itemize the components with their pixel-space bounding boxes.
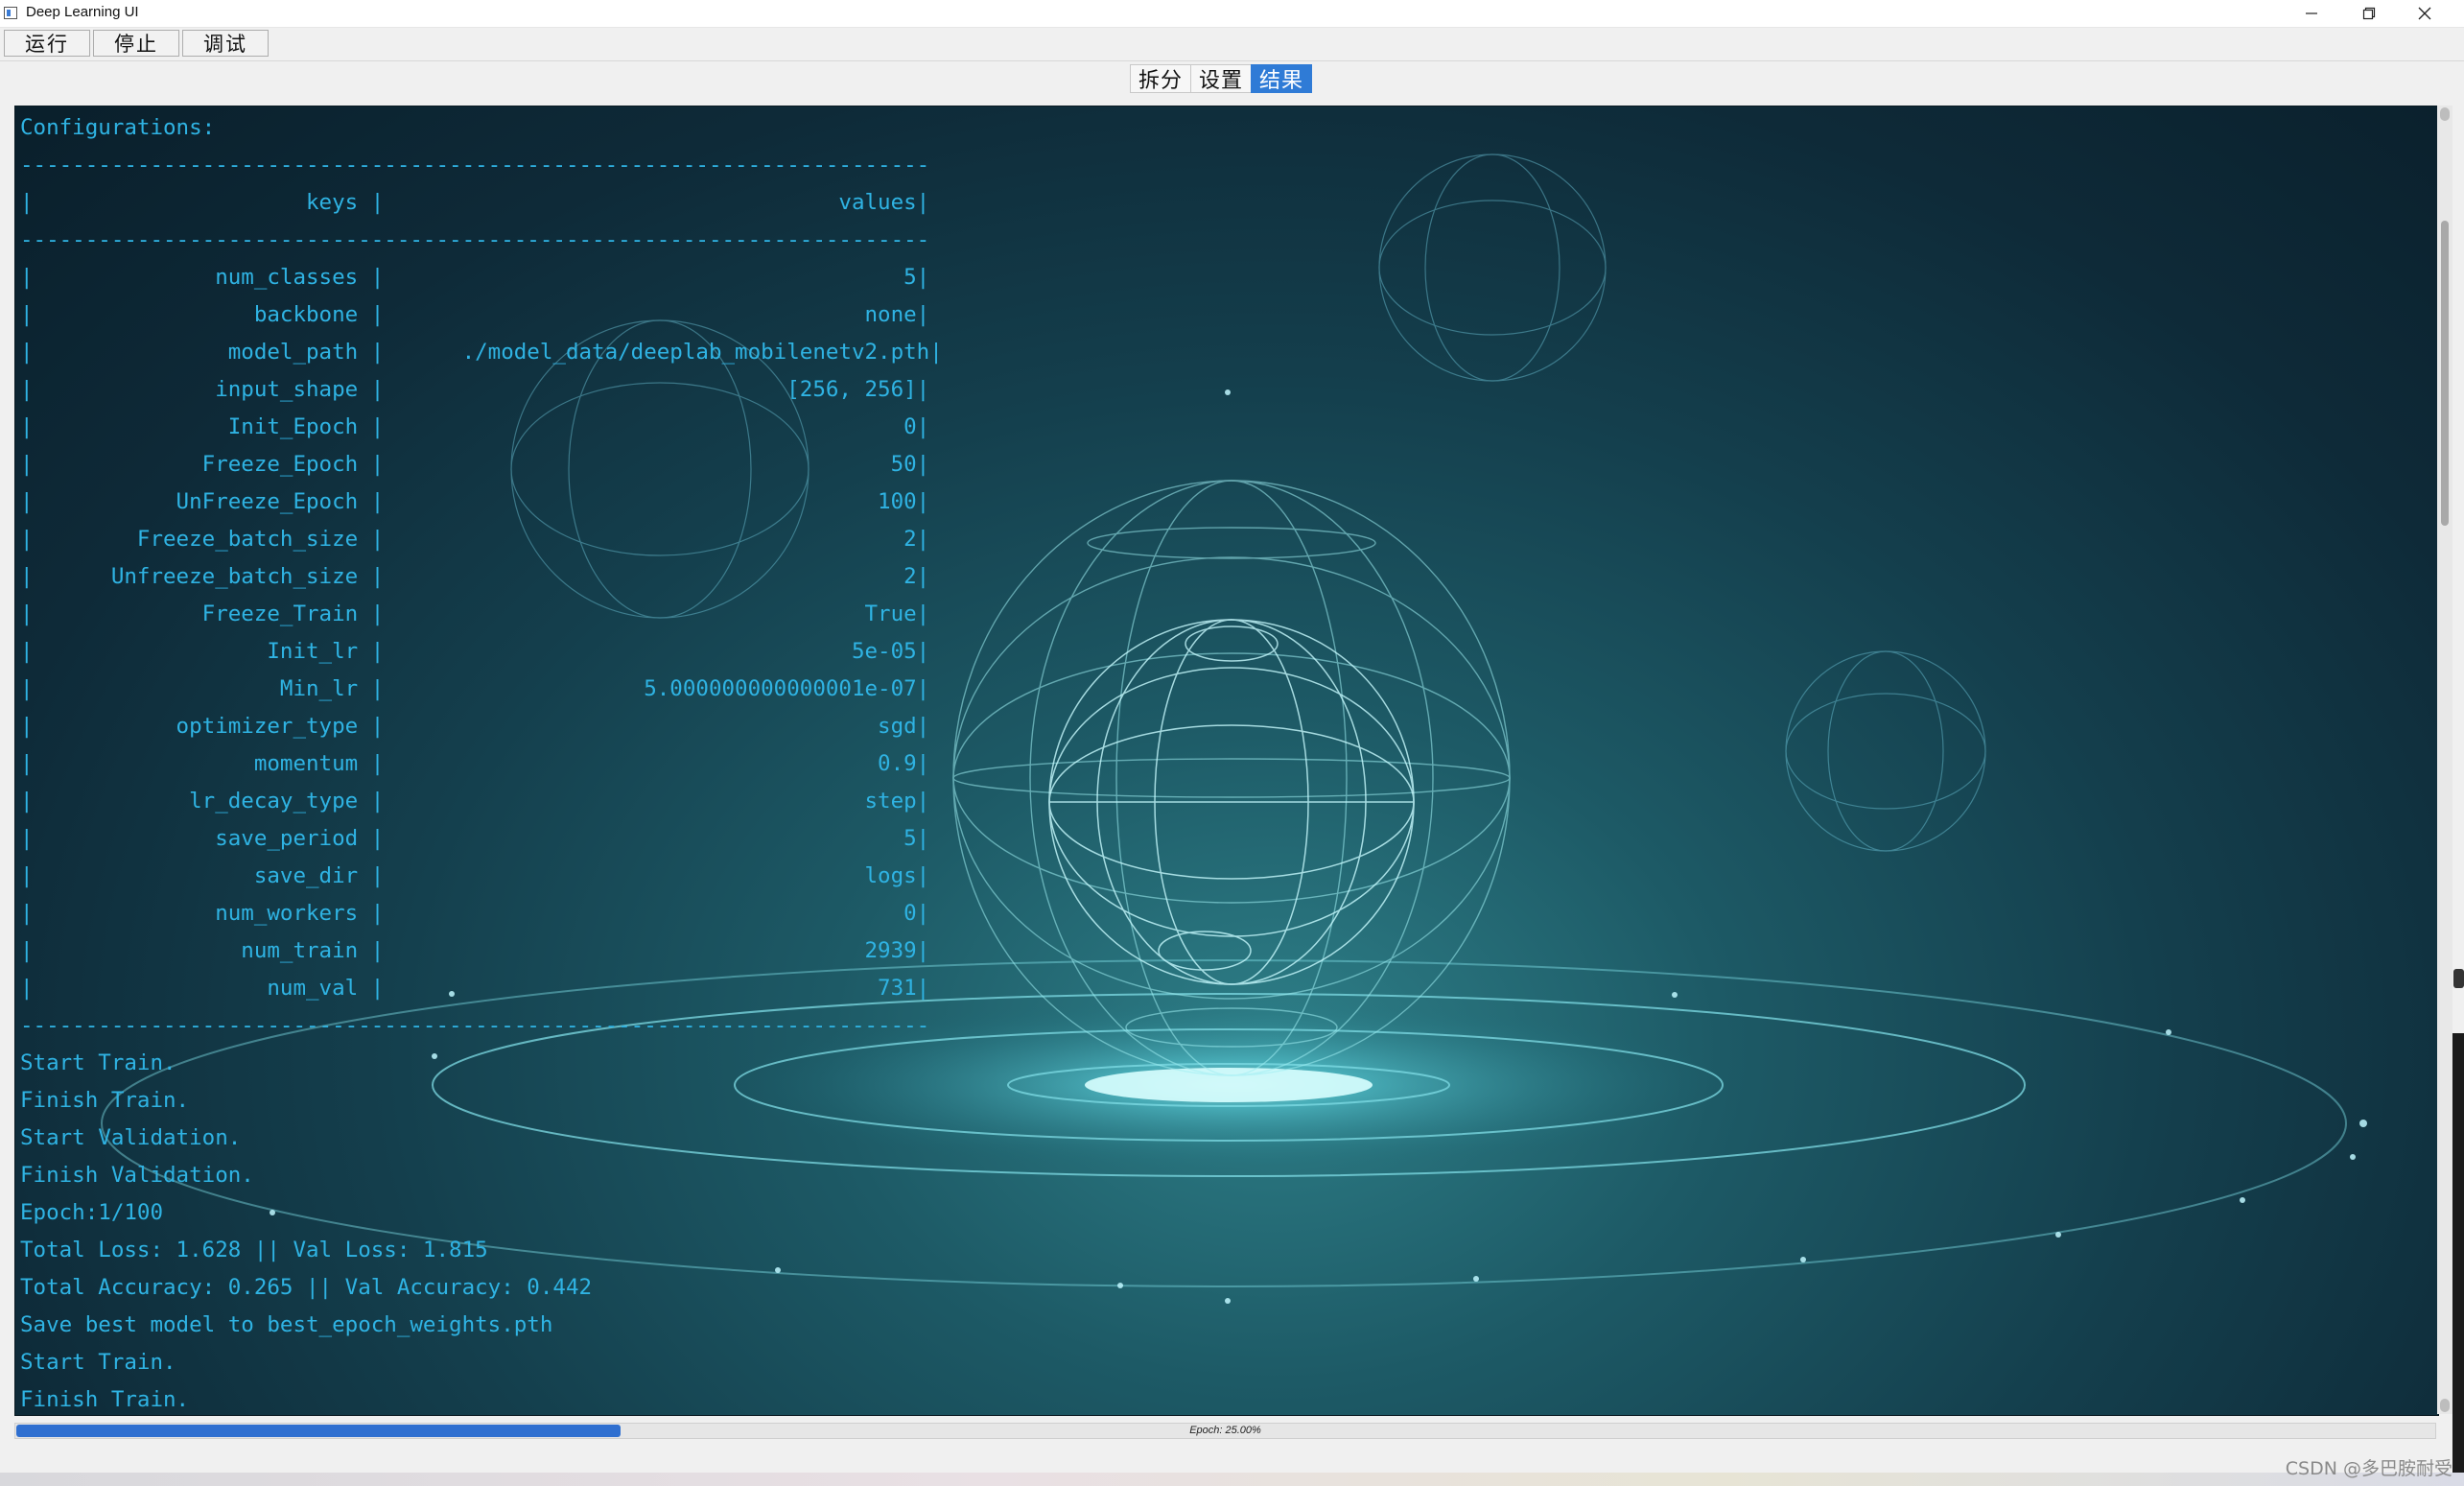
tab-split[interactable]: 拆分 xyxy=(1130,64,1192,93)
run-button[interactable]: 运行 xyxy=(4,30,90,57)
taskbar-strip xyxy=(0,1473,2464,1486)
vertical-scrollbar[interactable] xyxy=(2437,106,2452,1414)
console-line: | Init_Epoch | 0| xyxy=(20,414,930,439)
toolbar-divider xyxy=(0,60,2464,61)
restore-button[interactable] xyxy=(2340,0,2398,27)
console-line: | backbone | none| xyxy=(20,302,930,327)
tab-bar: 拆分 设置 结果 xyxy=(1130,64,1313,93)
console-line: | Freeze_batch_size | 2| xyxy=(20,527,930,552)
console-line: | keys | values| xyxy=(20,190,930,215)
console-line: | Unfreeze_batch_size | 2| xyxy=(20,564,930,589)
watermark-text: CSDN @多巴胺耐受 xyxy=(2285,1458,2452,1479)
console-output[interactable]: Configurations: -------------------------… xyxy=(14,106,2439,1416)
console-line: Finish Validation. xyxy=(20,1163,254,1188)
scroll-down-arrow[interactable] xyxy=(2440,1399,2450,1412)
console-line: | num_val | 731| xyxy=(20,976,930,1001)
console-line: ----------------------------------------… xyxy=(20,1013,930,1038)
toolbar: 运行 停止 调试 xyxy=(0,28,2464,60)
epoch-progress-bar: Epoch: 25.00% xyxy=(14,1423,2436,1439)
console-line: Total Accuracy: 0.265 || Val Accuracy: 0… xyxy=(20,1275,593,1300)
console-line: | num_classes | 5| xyxy=(20,265,930,290)
progress-label: Epoch: 25.00% xyxy=(1189,1425,1261,1436)
scroll-thumb[interactable] xyxy=(2441,221,2449,526)
window-title: Deep Learning UI xyxy=(26,4,139,20)
console-line: | optimizer_type | sgd| xyxy=(20,714,930,739)
tab-settings[interactable]: 设置 xyxy=(1190,64,1253,93)
console-line: Start Validation. xyxy=(20,1125,242,1150)
console-line: | momentum | 0.9| xyxy=(20,751,930,776)
console-line: Configurations: xyxy=(20,115,216,140)
minimize-button[interactable] xyxy=(2283,0,2340,27)
minimize-icon xyxy=(2306,12,2317,14)
console-line: Finish Train. xyxy=(20,1088,190,1113)
console-line: | model_path | ./model_data/deeplab_mobi… xyxy=(20,340,943,365)
console-line: | Freeze_Epoch | 50| xyxy=(20,452,930,477)
console-line: ----------------------------------------… xyxy=(20,227,930,252)
console-line: | Min_lr | 5.000000000000001e-07| xyxy=(20,676,930,701)
close-icon xyxy=(2418,7,2431,20)
console-line: Finish Train. xyxy=(20,1387,190,1412)
console-line: Start Train. xyxy=(20,1050,176,1075)
console-line: Epoch:1/100 xyxy=(20,1200,164,1225)
tab-results[interactable]: 结果 xyxy=(1251,64,1313,93)
console-line: | num_workers | 0| xyxy=(20,901,930,926)
stop-button[interactable]: 停止 xyxy=(93,30,179,57)
console-line: | save_period | 5| xyxy=(20,826,930,851)
app-icon xyxy=(4,7,17,19)
console-line: | Freeze_Train | True| xyxy=(20,601,930,626)
console-line: Save best model to best_epoch_weights.pt… xyxy=(20,1312,553,1337)
console-line: | Init_lr | 5e-05| xyxy=(20,639,930,664)
window-edge xyxy=(2452,1033,2464,1474)
console-line: ----------------------------------------… xyxy=(20,153,930,177)
console-line: Start Train. xyxy=(20,1350,176,1375)
console-line: | save_dir | logs| xyxy=(20,863,930,888)
close-button[interactable] xyxy=(2396,0,2453,27)
edge-handle xyxy=(2453,969,2464,988)
restore-icon xyxy=(2362,7,2376,20)
debug-button[interactable]: 调试 xyxy=(182,30,269,57)
scroll-up-arrow[interactable] xyxy=(2440,107,2450,121)
console-line: | UnFreeze_Epoch | 100| xyxy=(20,489,930,514)
console-line: | num_train | 2939| xyxy=(20,938,930,963)
title-bar: Deep Learning UI xyxy=(0,0,2464,28)
console-line: Total Loss: 1.628 || Val Loss: 1.815 xyxy=(20,1238,488,1262)
console-line: | input_shape | [256, 256]| xyxy=(20,377,930,402)
console-log: Configurations: -------------------------… xyxy=(20,109,2438,1415)
console-line: | lr_decay_type | step| xyxy=(20,789,930,814)
